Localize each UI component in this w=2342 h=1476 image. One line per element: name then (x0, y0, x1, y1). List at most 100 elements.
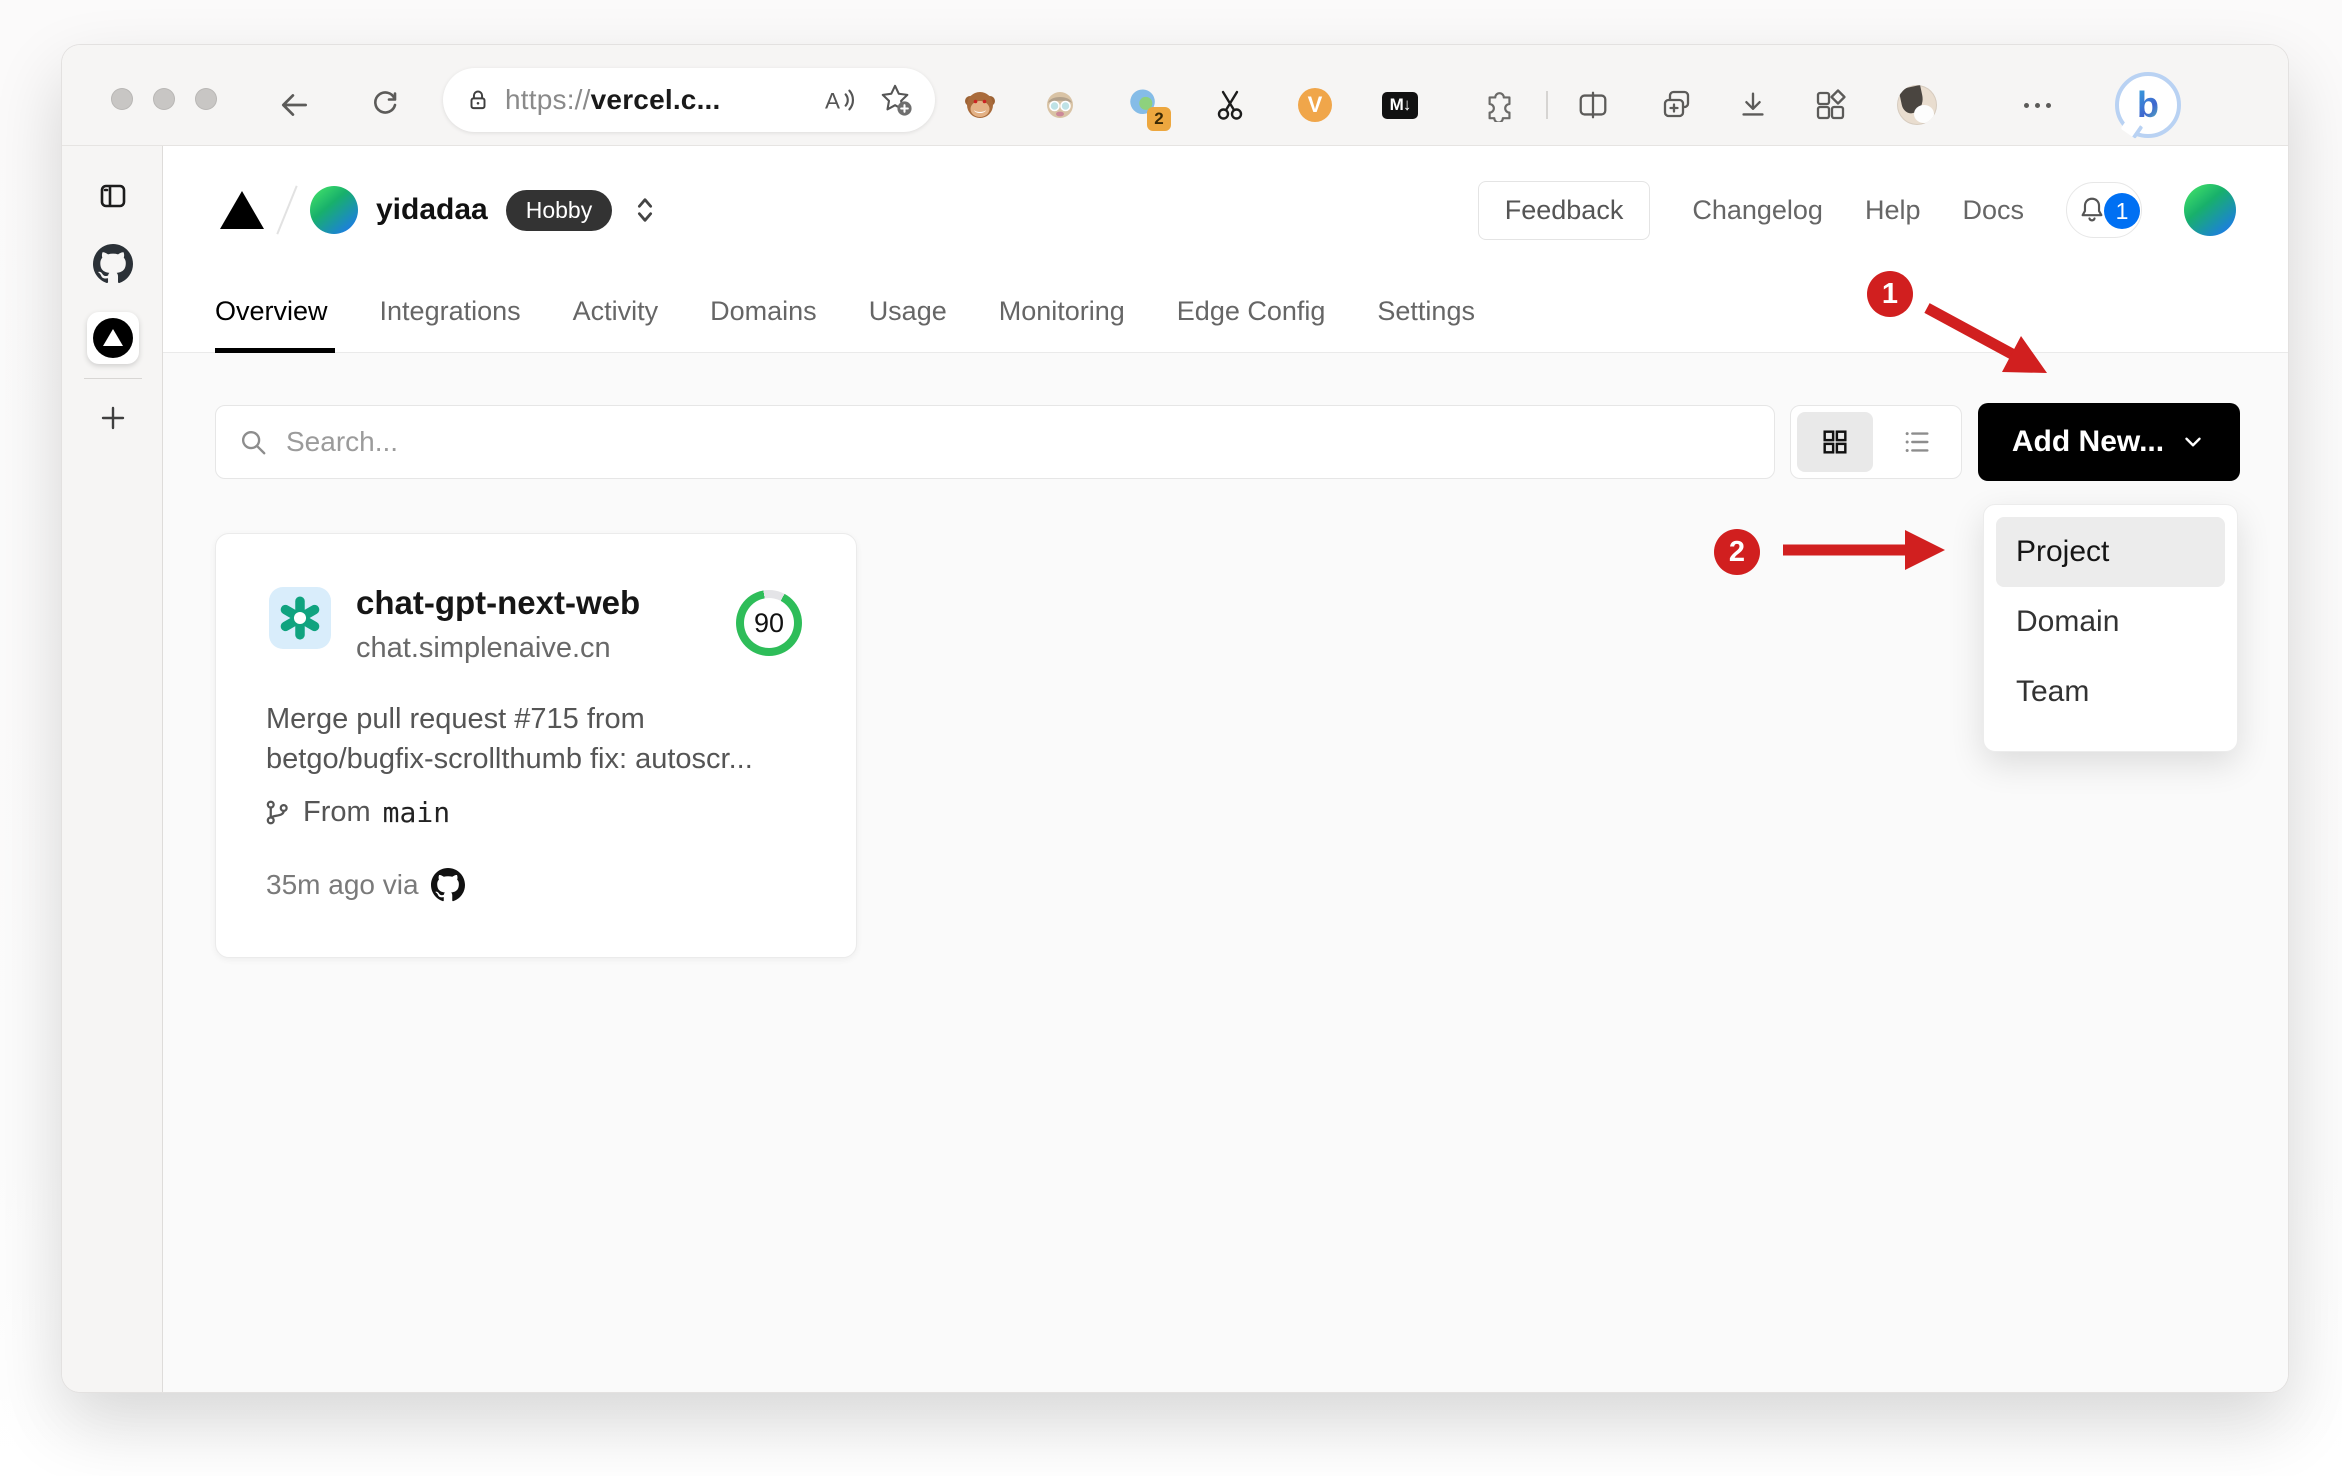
add-new-label: Add New... (2011, 425, 2165, 458)
sidebar-divider (84, 378, 142, 379)
split-screen-icon (1579, 91, 1607, 119)
team-switcher-icon[interactable] (630, 193, 660, 227)
add-new-menu: Project Domain Team (1983, 504, 2238, 752)
notification-badge: 1 (2104, 193, 2140, 229)
extension-video[interactable]: V (1297, 87, 1333, 123)
menu-item-team[interactable]: Team (1996, 657, 2225, 727)
score-value: 90 (744, 598, 794, 648)
browser-window: https://vercel.c... A 2 V M↓ b yidadaa H… (62, 45, 2288, 1392)
extension-scissors[interactable] (1212, 87, 1248, 123)
traffic-light-zoom[interactable] (195, 88, 217, 110)
tab-integrations[interactable]: Integrations (380, 296, 521, 327)
traffic-light-minimize[interactable] (153, 88, 175, 110)
github-icon (431, 868, 465, 902)
team-name[interactable]: yidadaa (376, 193, 488, 227)
openai-logo-icon (277, 595, 323, 641)
back-arrow-icon (281, 94, 308, 116)
downloads-button[interactable] (1735, 87, 1771, 123)
extensions-menu-button[interactable] (1482, 87, 1518, 123)
tab-settings[interactable]: Settings (1377, 296, 1475, 327)
tab-activity[interactable]: Activity (573, 296, 659, 327)
list-view-icon (1905, 432, 1929, 452)
bell-icon (2081, 197, 2103, 222)
plan-badge: Hobby (505, 189, 613, 231)
vercel-favicon (93, 318, 133, 358)
search-input[interactable] (284, 425, 1752, 459)
branch-name: main (382, 796, 451, 829)
menu-item-project[interactable]: Project (1996, 517, 2225, 587)
markdown-icon: M↓ (1382, 91, 1418, 119)
project-name[interactable]: chat-gpt-next-web (356, 584, 640, 622)
workspaces-button[interactable] (1812, 87, 1848, 123)
score-ring: 90 (736, 590, 802, 656)
page-vercel-dashboard: yidadaa Hobby Feedback Changelog Help Do… (163, 146, 2288, 1392)
header-actions: Feedback Changelog Help Docs 1 (1477, 180, 2236, 240)
extension-badge-count: 2 (1147, 107, 1171, 131)
extension-session[interactable]: 2 (1127, 87, 1171, 131)
search-icon (241, 430, 266, 455)
dashboard-tabbar: Overview Integrations Activity Domains U… (163, 271, 2288, 353)
extension-tampermonkey[interactable] (962, 87, 998, 123)
tab-edge-config[interactable]: Edge Config (1177, 296, 1326, 327)
puzzle-icon (1488, 92, 1511, 122)
profile-avatar (1897, 85, 1937, 125)
browser-toolbar: https://vercel.c... A 2 V M↓ b (62, 45, 2288, 146)
link-changelog[interactable]: Changelog (1692, 195, 1823, 226)
extension-markdown[interactable]: M↓ (1382, 87, 1418, 123)
svg-text:A: A (825, 88, 840, 113)
plus-icon (101, 406, 125, 430)
reload-icon (374, 91, 397, 114)
tab-monitoring[interactable]: Monitoring (999, 296, 1125, 327)
branch-label: From (303, 796, 371, 828)
tab-domains[interactable]: Domains (710, 296, 817, 327)
view-toggle (1790, 405, 1962, 479)
add-favorite-icon[interactable] (879, 83, 913, 117)
url-scheme: https:// (505, 84, 591, 115)
vertical-tabs-sidebar (62, 146, 163, 1392)
breadcrumb: yidadaa Hobby (220, 182, 660, 238)
extension-avatar[interactable] (1042, 87, 1078, 123)
commit-message: Merge pull request #715 from betgo/bugfi… (266, 699, 811, 779)
vercel-logo-icon[interactable] (220, 191, 264, 229)
branch-row: From main (264, 796, 450, 829)
reload-button[interactable] (367, 87, 403, 123)
git-branch-icon (266, 800, 288, 825)
breadcrumb-slash (276, 185, 298, 235)
bing-icon: b (2137, 84, 2159, 125)
tab-github[interactable] (93, 244, 133, 284)
traffic-light-close[interactable] (111, 88, 133, 110)
menu-item-domain[interactable]: Domain (1996, 587, 2225, 657)
back-button[interactable] (277, 87, 313, 123)
toolbar-divider (1546, 91, 1548, 119)
project-domain[interactable]: chat.simplenaive.cn (356, 632, 611, 665)
new-tab-button[interactable] (95, 400, 131, 436)
sidebar-panel-icon (100, 184, 126, 208)
persona-icon (1047, 92, 1073, 118)
tab-panel-toggle[interactable] (95, 178, 131, 214)
read-aloud-icon[interactable]: A (823, 85, 857, 115)
commit-line-2: betgo/bugfix-scrollthumb fix: autoscr... (266, 743, 753, 775)
collections-button[interactable] (1659, 87, 1695, 123)
grid-view-button[interactable] (1797, 412, 1873, 472)
tab-usage[interactable]: Usage (869, 296, 947, 327)
notifications-button[interactable]: 1 (2066, 182, 2142, 238)
link-help[interactable]: Help (1865, 195, 1921, 226)
list-view-button[interactable] (1879, 412, 1955, 472)
deployment-meta: 35m ago via (266, 868, 465, 902)
profile-button[interactable] (1897, 85, 1937, 125)
project-card[interactable]: chat-gpt-next-web chat.simplenaive.cn 90… (215, 533, 857, 958)
lock-icon (470, 90, 486, 110)
split-screen-button[interactable] (1575, 87, 1611, 123)
project-search[interactable] (215, 405, 1775, 479)
address-bar[interactable]: https://vercel.c... A (443, 68, 935, 132)
more-menu-button[interactable] (2019, 87, 2055, 123)
user-avatar[interactable] (2184, 184, 2236, 236)
copilot-button[interactable]: b (2115, 72, 2181, 138)
feedback-button[interactable]: Feedback (1477, 180, 1651, 240)
grid-view-icon (1823, 430, 1847, 454)
tab-overview[interactable]: Overview (215, 296, 328, 327)
team-avatar[interactable] (310, 186, 358, 234)
add-new-button[interactable]: Add New... (1978, 403, 2240, 481)
tab-vercel-active[interactable] (87, 312, 139, 364)
link-docs[interactable]: Docs (1962, 195, 2024, 226)
